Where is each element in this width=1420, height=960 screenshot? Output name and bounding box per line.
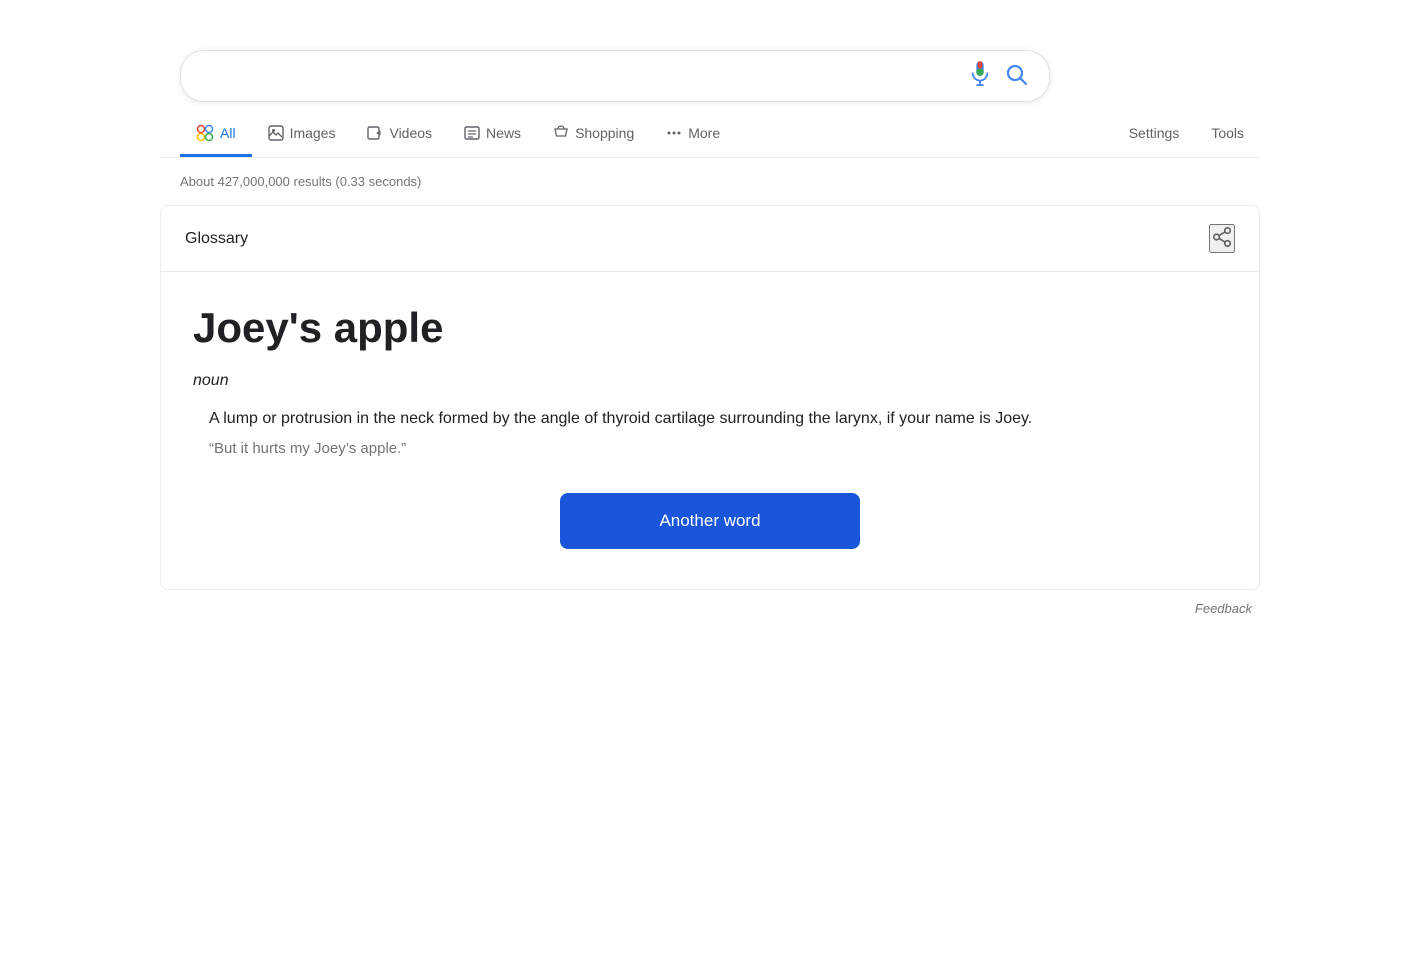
mic-icon [969,61,991,89]
more-dots-icon [666,125,682,141]
tab-more-label: More [688,125,720,141]
videos-icon [367,125,383,141]
images-icon [268,125,284,141]
tab-shopping[interactable]: Shopping [537,113,650,156]
tab-images-label: Images [290,125,336,141]
word-content: Joey's apple noun A lump or protrusion i… [161,272,1259,589]
word-example: “But it hurts my Joey’s apple.” [193,440,1227,457]
result-count-text: About 427,000,000 results (0.33 seconds) [180,174,421,189]
mic-button[interactable] [969,61,991,92]
search-bar-container: friends glossary [160,50,1260,102]
word-definition: A lump or protrusion in the neck formed … [193,406,1227,432]
tab-images[interactable]: Images [252,113,352,156]
shopping-icon [553,125,569,141]
feedback-row: Feedback [160,600,1260,618]
search-icons [969,61,1029,92]
tab-news-label: News [486,125,521,141]
search-input[interactable]: friends glossary [201,66,969,87]
another-word-button[interactable]: Another word [560,493,860,549]
tab-videos[interactable]: Videos [351,113,448,156]
search-bar: friends glossary [180,50,1050,102]
nav-tools[interactable]: Tools [1195,113,1260,156]
tab-all-label: All [220,125,236,141]
news-icon [464,125,480,141]
word-title: Joey's apple [193,304,1227,352]
glossary-card-title: Glossary [185,230,248,248]
feedback-link[interactable]: Feedback [1195,601,1252,616]
tab-news[interactable]: News [448,113,537,156]
share-icon [1211,226,1233,248]
all-icon [196,124,214,142]
search-icon [1005,63,1029,87]
result-count: About 427,000,000 results (0.33 seconds) [160,174,1260,189]
nav-settings[interactable]: Settings [1113,113,1196,156]
word-part-of-speech: noun [193,372,1227,390]
search-button[interactable] [1005,63,1029,90]
tab-more[interactable]: More [650,113,736,156]
glossary-card: Glossary Joey's apple noun A lump or pro… [160,205,1260,590]
nav-tabs: All Images Videos News Shop [160,112,1260,158]
share-button[interactable] [1209,224,1235,253]
tab-videos-label: Videos [389,125,432,141]
tab-shopping-label: Shopping [575,125,634,141]
glossary-header: Glossary [161,206,1259,272]
tab-all[interactable]: All [180,112,252,157]
